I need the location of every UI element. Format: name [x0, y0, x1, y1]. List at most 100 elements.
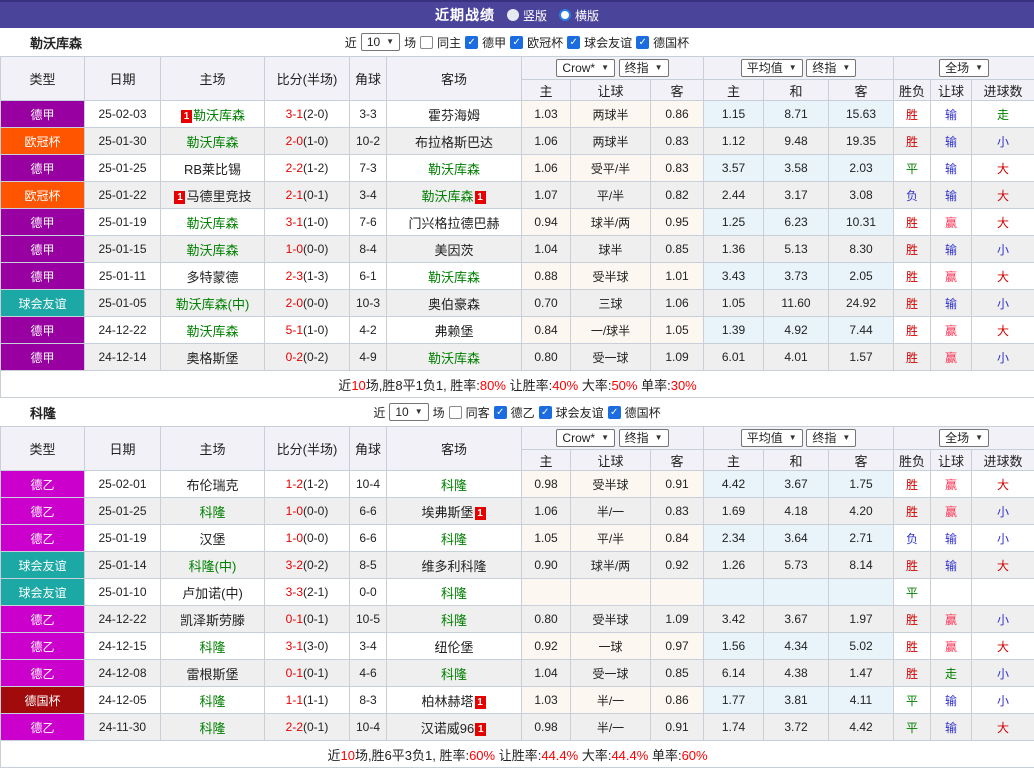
odds-home-cell — [522, 579, 571, 606]
home-team-cell: 勒沃库森 — [161, 209, 265, 236]
date-cell: 24-11-30 — [85, 714, 161, 741]
score-cell: 0-1(0-1) — [265, 660, 350, 687]
away-team-cell: 柏林赫塔1 — [387, 687, 522, 714]
same-venue-checkbox[interactable]: 同主 — [420, 34, 461, 51]
avg-final-select[interactable]: 终指▼ — [806, 59, 856, 77]
avg-source-select[interactable]: 平均值▼ — [741, 59, 803, 77]
col-result: 胜负 — [894, 450, 931, 471]
home-team-cell: RB莱比锡 — [161, 155, 265, 182]
league-cell: 球会友谊 — [1, 552, 85, 579]
league-filter-checkbox[interactable]: ✓德乙 — [494, 404, 535, 421]
match-row: 德乙24-12-22凯泽斯劳滕0-1(0-1)10-5科隆0.80受半球1.09… — [1, 606, 1034, 633]
handicap-result-cell: 输 — [931, 155, 972, 182]
home-team-cell: 奥格斯堡 — [161, 344, 265, 371]
league-filter-checkbox[interactable]: ✓德国杯 — [636, 34, 689, 51]
layout-radio-horizontal[interactable]: 横版 — [559, 7, 599, 24]
score-cell: 3-2(0-2) — [265, 552, 350, 579]
goals-cell: 小 — [972, 128, 1034, 155]
topbar: 近期战绩 竖版 横版 — [0, 0, 1034, 28]
odds-away-cell: 0.83 — [651, 128, 704, 155]
recent-count-select[interactable]: 10▼ — [361, 33, 400, 51]
handicap-result-cell: 赢 — [931, 317, 972, 344]
col-type: 类型 — [1, 427, 85, 471]
date-cell: 25-01-14 — [85, 552, 161, 579]
red-card-badge: 1 — [475, 507, 486, 520]
league-filter-checkbox[interactable]: ✓德国杯 — [608, 404, 661, 421]
results-table-leverkusen: 类型 日期 主场 比分(半场) 角球 客场 Crow*▼ 终指▼ 平均值▼ 终指… — [0, 56, 1034, 398]
goals-cell: 大 — [972, 182, 1034, 209]
home-team-cell: 勒沃库森(中) — [161, 290, 265, 317]
away-team-cell: 汉诺威961 — [387, 714, 522, 741]
odds-final-select[interactable]: 终指▼ — [619, 59, 669, 77]
odds-home-cell: 1.07 — [522, 182, 571, 209]
scope-select[interactable]: 全场▼ — [939, 59, 989, 77]
date-cell: 24-12-05 — [85, 687, 161, 714]
odds-handicap-cell: 一球 — [571, 633, 651, 660]
avg-draw-cell: 4.01 — [764, 344, 829, 371]
avg-source-select[interactable]: 平均值▼ — [741, 429, 803, 447]
filter-bar-koln: 科隆 近 10▼ 场 同客 ✓德乙 ✓球会友谊 ✓德国杯 — [0, 398, 1034, 426]
avg-away-cell: 1.97 — [829, 606, 894, 633]
score-cell: 0-2(0-2) — [265, 344, 350, 371]
odds-handicap-cell: 半/一 — [571, 714, 651, 741]
col-avg-away: 客 — [829, 450, 894, 471]
odds-source-select[interactable]: Crow*▼ — [556, 59, 615, 77]
avg-away-cell: 7.44 — [829, 317, 894, 344]
recent-count-select[interactable]: 10▼ — [389, 403, 428, 421]
league-cell: 欧冠杯 — [1, 182, 85, 209]
odds-away-cell: 1.06 — [651, 290, 704, 317]
league-cell: 球会友谊 — [1, 579, 85, 606]
odds-home-cell: 0.90 — [522, 552, 571, 579]
result-cell: 平 — [894, 714, 931, 741]
date-cell: 25-01-25 — [85, 498, 161, 525]
score-cell: 5-1(1-0) — [265, 317, 350, 344]
avg-away-cell: 8.14 — [829, 552, 894, 579]
avg-draw-cell: 5.13 — [764, 236, 829, 263]
odds-handicap-cell: 半/一 — [571, 498, 651, 525]
league-cell: 德甲 — [1, 317, 85, 344]
odds-away-cell: 0.97 — [651, 633, 704, 660]
league-filter-checkbox[interactable]: ✓球会友谊 — [567, 34, 632, 51]
same-venue-checkbox[interactable]: 同客 — [449, 404, 490, 421]
corners-cell: 6-1 — [350, 263, 387, 290]
red-card-badge: 1 — [475, 723, 486, 736]
result-cell: 胜 — [894, 471, 931, 498]
date-cell: 24-12-22 — [85, 606, 161, 633]
result-cell: 平 — [894, 155, 931, 182]
avg-away-cell: 10.31 — [829, 209, 894, 236]
checkbox-checked-icon: ✓ — [465, 36, 478, 49]
odds-source-select[interactable]: Crow*▼ — [556, 429, 615, 447]
goals-cell: 大 — [972, 155, 1034, 182]
corners-cell: 7-6 — [350, 209, 387, 236]
odds-final-select[interactable]: 终指▼ — [619, 429, 669, 447]
avg-draw-cell: 4.92 — [764, 317, 829, 344]
avg-away-cell: 15.63 — [829, 101, 894, 128]
chevron-down-icon: ▼ — [655, 431, 663, 445]
league-cell: 德甲 — [1, 263, 85, 290]
match-row: 德甲25-01-11多特蒙德2-3(1-3)6-1勒沃库森0.88受半球1.01… — [1, 263, 1034, 290]
league-filter-checkbox[interactable]: ✓德甲 — [465, 34, 506, 51]
avg-away-cell: 3.08 — [829, 182, 894, 209]
avg-final-select[interactable]: 终指▼ — [806, 429, 856, 447]
date-cell: 24-12-08 — [85, 660, 161, 687]
layout-radio-vertical[interactable]: 竖版 — [507, 7, 547, 24]
away-team-cell: 科隆 — [387, 579, 522, 606]
result-cell: 平 — [894, 687, 931, 714]
result-cell: 平 — [894, 579, 931, 606]
red-card-badge: 1 — [174, 191, 185, 204]
odds-away-cell: 1.09 — [651, 606, 704, 633]
league-filter-checkbox[interactable]: ✓欧冠杯 — [510, 34, 563, 51]
odds-handicap-cell: 两球半 — [571, 101, 651, 128]
scope-select[interactable]: 全场▼ — [939, 429, 989, 447]
away-team-cell: 科隆 — [387, 660, 522, 687]
corners-cell: 4-6 — [350, 660, 387, 687]
col-home: 主场 — [161, 57, 265, 101]
goals-cell: 小 — [972, 606, 1034, 633]
match-row: 德甲24-12-14奥格斯堡0-2(0-2)4-9勒沃库森0.80受一球1.09… — [1, 344, 1034, 371]
odds-handicap-cell: 受半球 — [571, 606, 651, 633]
score-cell: 2-2(0-1) — [265, 714, 350, 741]
away-team-cell: 奥伯豪森 — [387, 290, 522, 317]
radio-selected-icon — [507, 9, 519, 21]
odds-away-cell: 0.86 — [651, 101, 704, 128]
league-filter-checkbox[interactable]: ✓球会友谊 — [539, 404, 604, 421]
